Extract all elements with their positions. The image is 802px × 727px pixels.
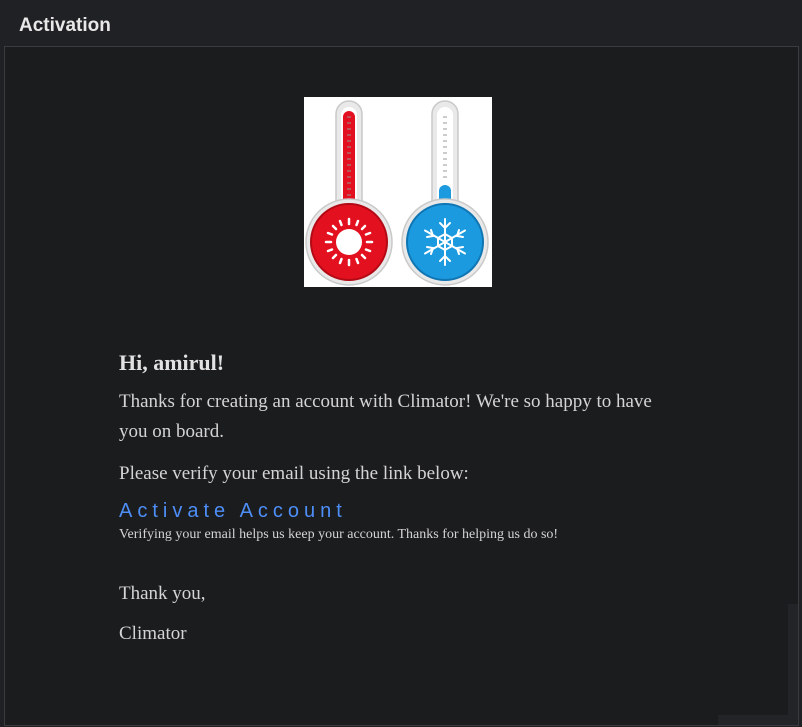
thermometers-logo — [304, 97, 492, 287]
scrollbar[interactable] — [788, 604, 798, 725]
window-header: Activation — [0, 0, 802, 46]
hot-thermometer-icon — [305, 100, 393, 286]
thermometers-hot-cold-icon — [305, 100, 489, 286]
verification-note: Verifying your email helps us keep your … — [119, 527, 559, 542]
page-title: Activation — [19, 15, 111, 36]
intro-text: Thanks for creating an account with Clim… — [119, 391, 652, 442]
signature-text: Climator — [119, 623, 187, 644]
verify-prompt-text: Please verify your email using the link … — [119, 463, 469, 484]
closing-text: Thank you, — [119, 583, 206, 604]
email-preview-panel: Hi, amirul! Thanks for creating an accou… — [4, 46, 799, 726]
horizontal-scrollbar[interactable] — [718, 715, 790, 725]
activate-account-link[interactable]: Activate Account — [119, 499, 347, 523]
greeting-heading: Hi, amirul! — [119, 350, 225, 375]
cold-thermometer-icon — [401, 100, 489, 286]
email-body: Hi, amirul! Thanks for creating an accou… — [119, 349, 659, 646]
